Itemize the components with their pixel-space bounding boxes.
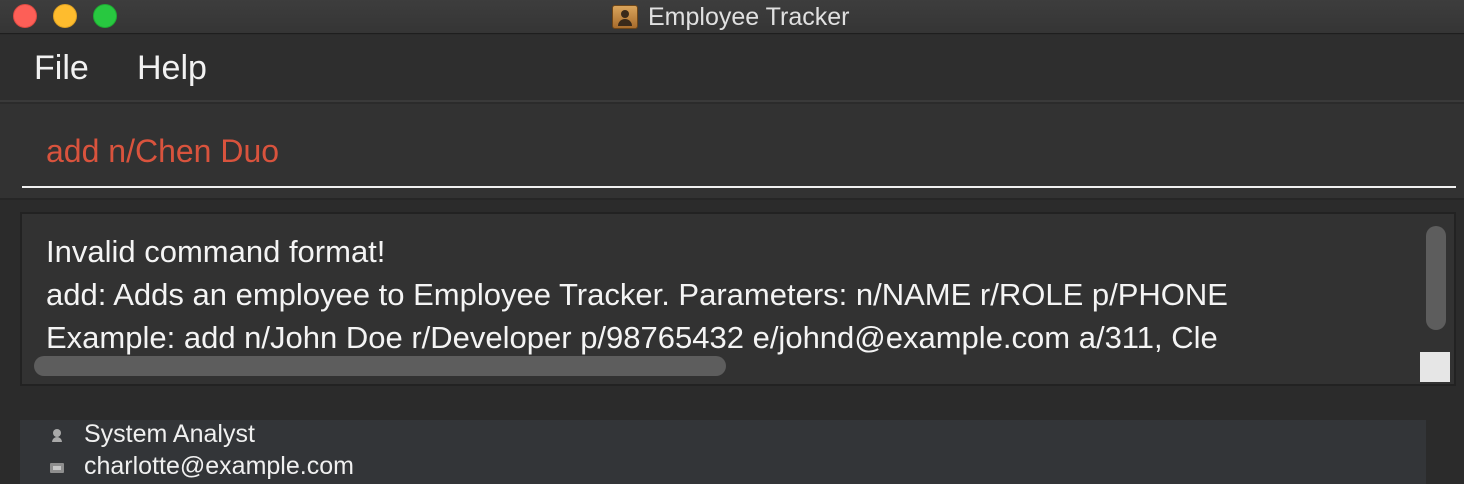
- employee-card[interactable]: System Analyst charlotte@example.com: [20, 420, 1426, 484]
- command-box-area: [0, 104, 1464, 198]
- result-display-area: Invalid command format! add: Adds an emp…: [0, 198, 1464, 398]
- scrollbar-corner: [1420, 352, 1450, 382]
- menu-help[interactable]: Help: [137, 49, 207, 88]
- person-icon: [48, 426, 66, 444]
- email-icon: [48, 458, 66, 476]
- employee-email-row: charlotte@example.com: [48, 452, 354, 481]
- result-line-example: Example: add n/John Doe r/Developer p/98…: [46, 320, 1218, 355]
- result-text: Invalid command format! add: Adds an emp…: [46, 230, 1422, 356]
- vertical-scrollbar[interactable]: [1426, 226, 1446, 330]
- employee-list: System Analyst charlotte@example.com: [0, 400, 1464, 484]
- contact-card-icon: [612, 5, 638, 29]
- maximize-window-button[interactable]: [93, 4, 117, 28]
- result-line-usage: add: Adds an employee to Employee Tracke…: [46, 277, 1228, 312]
- result-display: Invalid command format! add: Adds an emp…: [20, 212, 1456, 386]
- title-bar: Employee Tracker: [0, 0, 1464, 34]
- minimize-window-button[interactable]: [53, 4, 77, 28]
- result-line-error: Invalid command format!: [46, 234, 386, 269]
- employee-email: charlotte@example.com: [84, 452, 354, 480]
- menu-file[interactable]: File: [34, 49, 89, 88]
- command-input[interactable]: [22, 116, 1456, 188]
- employee-role-row: System Analyst: [48, 420, 255, 449]
- employee-role: System Analyst: [84, 420, 255, 448]
- window-title: Employee Tracker: [648, 2, 850, 31]
- horizontal-scrollbar[interactable]: [34, 356, 726, 376]
- menu-bar: File Help: [0, 35, 1464, 102]
- window-title-group: Employee Tracker: [612, 0, 849, 34]
- close-window-button[interactable]: [13, 4, 37, 28]
